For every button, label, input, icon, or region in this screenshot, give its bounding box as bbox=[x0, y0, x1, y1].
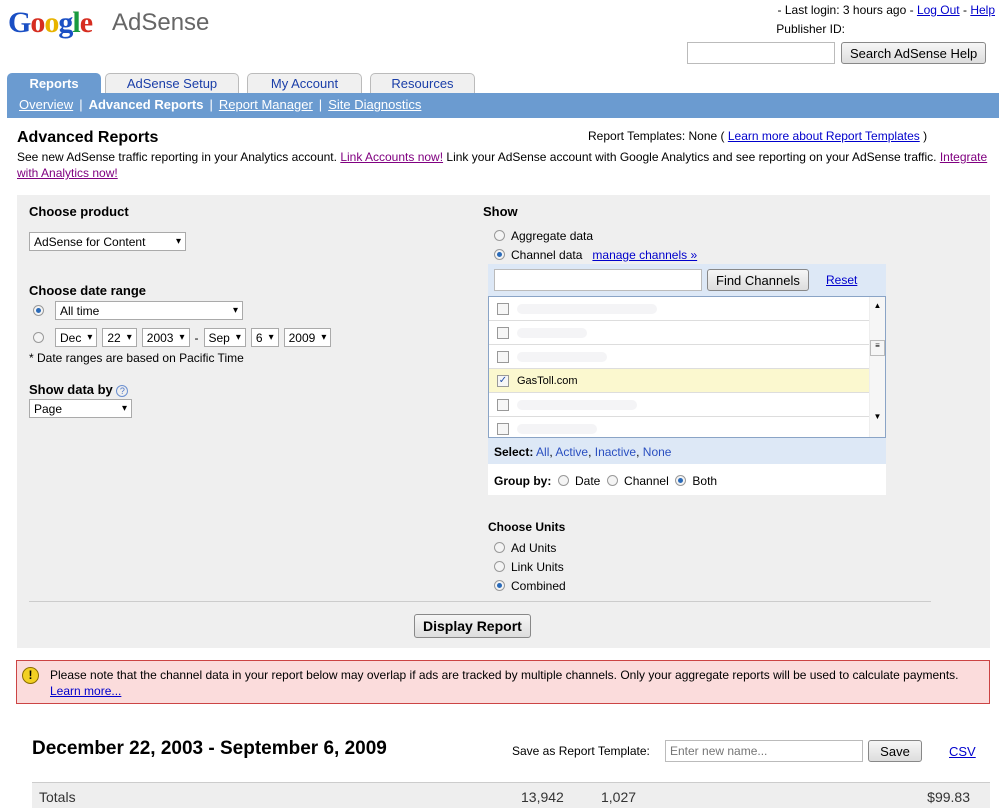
save-template-label: Save as Report Template: bbox=[512, 744, 650, 758]
to-year-select[interactable]: 2009 bbox=[283, 328, 332, 347]
product-select[interactable]: AdSense for Content bbox=[29, 232, 186, 251]
channel-selector: Find Channels Reset ✓ GasToll.com ▲ ≡ ▼ Sele… bbox=[488, 264, 886, 495]
date-separator: - bbox=[194, 330, 199, 345]
channel-item[interactable]: ✓ GasToll.com bbox=[489, 369, 869, 393]
overlap-warning: Please note that the channel data in you… bbox=[16, 660, 990, 704]
find-channels-button[interactable]: Find Channels bbox=[707, 269, 809, 291]
channel-checkbox[interactable] bbox=[497, 398, 509, 411]
totals-clicks: 1,027 bbox=[601, 789, 637, 805]
channel-label: Channel data bbox=[511, 248, 583, 262]
to-month-select[interactable]: Sep bbox=[203, 328, 246, 347]
help-icon[interactable]: ? bbox=[116, 385, 129, 397]
select-none[interactable]: None bbox=[643, 445, 672, 459]
page-title: Advanced Reports bbox=[17, 129, 159, 146]
warning-icon: ! bbox=[22, 667, 39, 684]
from-year-select[interactable]: 2003 bbox=[141, 328, 190, 347]
group-both-radio[interactable] bbox=[675, 475, 687, 486]
adsense-logo-text: AdSense bbox=[112, 9, 210, 36]
aggregate-label: Aggregate data bbox=[511, 229, 594, 243]
totals-label: Totals bbox=[39, 789, 76, 805]
channel-item[interactable] bbox=[489, 417, 869, 437]
template-name-input[interactable] bbox=[665, 740, 863, 762]
analytics-intro: See new AdSense traffic reporting in you… bbox=[17, 150, 988, 180]
subnav: Overview | Advanced Reports | Report Manager… bbox=[7, 93, 999, 118]
channel-item[interactable] bbox=[489, 321, 869, 345]
show-data-by-select[interactable]: Page bbox=[29, 399, 132, 418]
totals-row: Totals 13,942 1,027 $99.83 bbox=[32, 782, 990, 808]
learn-more-link[interactable]: Learn more... bbox=[50, 684, 121, 698]
redacted-channel-name bbox=[517, 303, 657, 314]
csv-link[interactable]: CSV bbox=[949, 744, 976, 759]
ad-units-radio[interactable] bbox=[494, 542, 505, 553]
channel-list-scrollbar[interactable]: ▲ ≡ ▼ bbox=[869, 297, 885, 437]
divider bbox=[29, 601, 931, 602]
select-inactive[interactable]: Inactive bbox=[595, 445, 636, 459]
date-note: * Date ranges are based on Pacific Time bbox=[29, 351, 244, 365]
link-units-radio[interactable] bbox=[494, 561, 505, 572]
from-day-select[interactable]: 22 bbox=[102, 328, 137, 347]
redacted-channel-name bbox=[517, 399, 637, 410]
combined-radio[interactable] bbox=[494, 580, 505, 591]
units-label: Choose Units bbox=[488, 520, 566, 534]
publisher-id-label: Publisher ID: bbox=[776, 22, 845, 36]
channel-checkbox[interactable] bbox=[497, 302, 509, 315]
select-links: Select: All, Active, Inactive, None bbox=[494, 445, 672, 459]
channel-checkbox[interactable] bbox=[497, 350, 509, 363]
subnav-report-manager[interactable]: Report Manager bbox=[219, 97, 313, 112]
group-by: Group by: Date Channel Both bbox=[488, 464, 886, 495]
date-range-label: Choose date range bbox=[29, 283, 147, 298]
channel-checkbox[interactable] bbox=[497, 326, 509, 339]
show-data-by-label: Show data by ? bbox=[29, 382, 129, 397]
logout-link[interactable]: Log Out bbox=[917, 3, 960, 17]
tab-my-account[interactable]: My Account bbox=[247, 73, 362, 94]
channel-item[interactable] bbox=[489, 345, 869, 369]
channel-checkbox[interactable] bbox=[497, 422, 509, 435]
help-link[interactable]: Help bbox=[970, 3, 995, 17]
aggregate-radio[interactable] bbox=[494, 230, 505, 241]
channel-item[interactable] bbox=[489, 297, 869, 321]
redacted-channel-name bbox=[517, 351, 607, 362]
totals-impressions: 13,942 bbox=[521, 789, 564, 805]
group-date-radio[interactable] bbox=[558, 475, 569, 486]
show-label: Show bbox=[483, 204, 518, 219]
channel-search-input[interactable] bbox=[494, 269, 702, 291]
subnav-overview[interactable]: Overview bbox=[19, 97, 73, 112]
learn-templates-link[interactable]: Learn more about Report Templates bbox=[728, 129, 920, 143]
search-help-button[interactable]: Search AdSense Help bbox=[841, 42, 987, 64]
from-month-select[interactable]: Dec bbox=[55, 328, 98, 347]
to-day-select[interactable]: 6 bbox=[250, 328, 279, 347]
report-templates-info: Report Templates: None ( Learn more abou… bbox=[588, 129, 928, 143]
display-report-button[interactable]: Display Report bbox=[414, 614, 531, 638]
channel-name: GasToll.com bbox=[517, 374, 578, 387]
last-login: - Last login: 3 hours ago - bbox=[777, 3, 914, 17]
tab-adsense-setup[interactable]: AdSense Setup bbox=[105, 73, 239, 94]
reset-link[interactable]: Reset bbox=[826, 273, 857, 287]
report-date-range: December 22, 2003 - September 6, 2009 bbox=[32, 738, 387, 759]
account-info: - Last login: 3 hours ago - Log Out - He… bbox=[776, 3, 995, 36]
channel-item[interactable] bbox=[489, 393, 869, 417]
save-template-button[interactable]: Save bbox=[868, 740, 922, 762]
tab-resources[interactable]: Resources bbox=[370, 73, 475, 94]
link-accounts-link[interactable]: Link Accounts now! bbox=[340, 150, 443, 164]
date-preset-radio[interactable] bbox=[33, 305, 44, 316]
channel-radio[interactable] bbox=[494, 249, 505, 260]
google-logo: Google bbox=[8, 6, 93, 39]
date-preset-select[interactable]: All time bbox=[55, 301, 243, 320]
select-all[interactable]: All bbox=[536, 445, 549, 459]
subnav-advanced-reports[interactable]: Advanced Reports bbox=[89, 97, 204, 112]
manage-channels-link[interactable]: manage channels » bbox=[592, 248, 697, 262]
custom-date-radio[interactable] bbox=[33, 332, 44, 343]
channel-checkbox[interactable]: ✓ bbox=[497, 374, 509, 387]
product-label: Choose product bbox=[29, 204, 129, 219]
redacted-channel-name bbox=[517, 327, 587, 338]
help-search-input[interactable] bbox=[687, 42, 835, 64]
redacted-channel-name bbox=[517, 423, 597, 434]
subnav-site-diagnostics[interactable]: Site Diagnostics bbox=[328, 97, 421, 112]
group-channel-radio[interactable] bbox=[607, 475, 619, 486]
select-active[interactable]: Active bbox=[555, 445, 588, 459]
channel-list: ✓ GasToll.com ▲ ≡ ▼ bbox=[488, 296, 886, 438]
tab-reports[interactable]: Reports bbox=[7, 73, 101, 94]
totals-earnings: $99.83 bbox=[927, 789, 970, 805]
